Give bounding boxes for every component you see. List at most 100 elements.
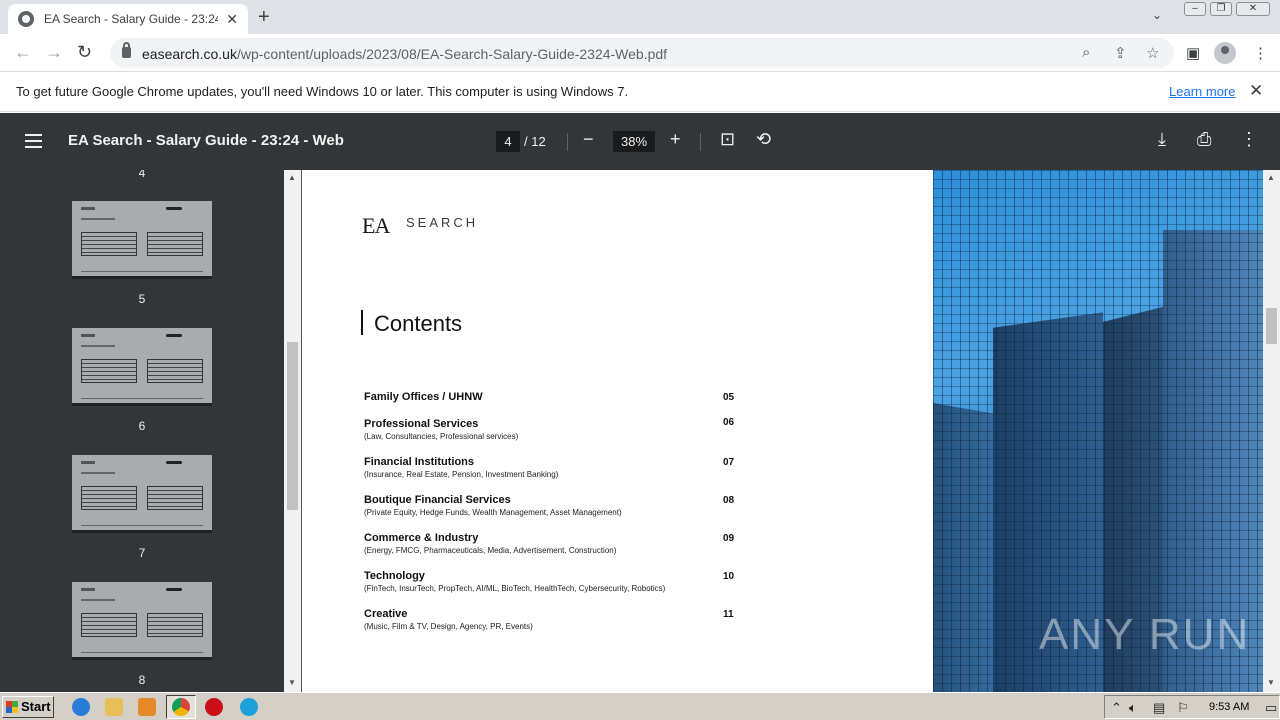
toc-label: Creative (364, 608, 408, 620)
file-explorer-icon[interactable] (105, 698, 123, 716)
profile-avatar[interactable] (1214, 42, 1236, 64)
volume-icon[interactable]: 🔈︎ (1129, 700, 1137, 716)
chrome-menu-icon[interactable]: ⋮ (1253, 44, 1268, 62)
chrome-icon (172, 698, 190, 716)
infobar-close-icon[interactable]: ✕ (1249, 81, 1263, 101)
media-player-icon[interactable] (138, 698, 156, 716)
divider (567, 133, 568, 151)
toc-item: Family Offices / UHNW (364, 391, 483, 403)
ea-logo: EA (362, 213, 390, 238)
thumbnail-page-number: 4 (138, 170, 146, 180)
toc-item: Commerce & Industry (Energy, FMCG, Pharm… (364, 532, 616, 555)
toc-subtitle: (Energy, FMCG, Pharmaceuticals, Media, A… (364, 546, 617, 555)
tab-strip: EA Search - Salary Guide - 23:24 - Web ✕… (0, 0, 1280, 34)
scroll-down-icon[interactable]: ▼ (1267, 678, 1275, 687)
divider (700, 133, 701, 151)
toc-item: Technology (FinTech, InsurTech, PropTech… (364, 570, 665, 593)
logo-wordmark: SEARCH (406, 215, 479, 230)
close-window-button[interactable]: ✕ (1236, 2, 1270, 16)
thumbnail-sidebar: 4 5 6 7 8 (0, 170, 284, 692)
download-icon[interactable]: ⤓ (1158, 129, 1166, 150)
toc-subtitle: (Law, Consultancies, Professional servic… (364, 432, 519, 441)
building-photo: ANY RUN (933, 170, 1263, 692)
thumbnail-page-5[interactable] (72, 201, 212, 279)
zoom-level-input[interactable]: 38% (613, 131, 655, 152)
minimize-button[interactable]: – (1184, 2, 1206, 16)
pdf-toolbar: EA Search - Salary Guide - 23:24 - Web 4… (0, 113, 1280, 170)
zoom-out-icon[interactable]: − (583, 129, 594, 150)
system-tray: ⌃ 🔈︎ ▤ ⚐ ▭ (1104, 695, 1280, 719)
edge-icon[interactable] (240, 698, 258, 716)
toc-subtitle: (Music, Film & TV, Design, Agency, PR, E… (364, 622, 533, 631)
toc-label: Family Offices / UHNW (364, 391, 483, 403)
toc-page-number: 07 (723, 457, 735, 468)
thumbnail-page-number: 8 (138, 673, 146, 687)
scrollbar-thumb[interactable] (1266, 308, 1277, 344)
toc-page-number: 08 (723, 495, 735, 506)
url-text: easearch.co.uk/wp-content/uploads/2023/0… (142, 46, 668, 62)
more-actions-icon[interactable]: ⋮ (1240, 129, 1258, 150)
thumbnail-page-8[interactable] (72, 582, 212, 660)
windows-taskbar: Start ⌃ 🔈︎ ▤ ⚐ ▭ 9:53 AM (0, 692, 1280, 720)
reload-icon[interactable]: ↻ (77, 42, 92, 63)
tab-close-icon[interactable]: ✕ (226, 11, 238, 28)
toc-page-number: 06 (723, 417, 735, 428)
rotate-icon[interactable]: ⟲ (756, 129, 771, 150)
chrome-taskbar-button[interactable] (166, 695, 196, 719)
zoom-in-icon[interactable]: + (670, 129, 681, 150)
lock-icon[interactable] (122, 42, 131, 58)
side-panel-icon[interactable]: ▣ (1186, 44, 1200, 62)
toc-label: Professional Services (364, 418, 479, 430)
scroll-up-icon[interactable]: ▲ (1267, 173, 1275, 182)
forward-arrow-icon[interactable]: → (45, 42, 63, 63)
show-hidden-icons-icon[interactable]: ⌃ (1111, 700, 1122, 716)
toc-subtitle: (Private Equity, Hedge Funds, Wealth Man… (364, 508, 622, 517)
action-center-flag-icon[interactable]: ⚐ (1177, 700, 1189, 716)
new-tab-icon[interactable]: + (258, 6, 270, 29)
opera-icon[interactable] (205, 698, 223, 716)
thumbnail-page-6[interactable] (72, 328, 212, 406)
internet-explorer-icon[interactable] (72, 698, 90, 716)
page-number-input[interactable]: 4 (496, 131, 520, 152)
start-label: Start (21, 699, 51, 714)
bookmark-star-icon[interactable]: ☆ (1146, 44, 1159, 62)
browser-tab[interactable]: EA Search - Salary Guide - 23:24 - Web ✕ (8, 4, 248, 34)
address-bar[interactable]: easearch.co.uk/wp-content/uploads/2023/0… (110, 38, 1174, 68)
update-infobar: To get future Google Chrome updates, you… (0, 72, 1280, 112)
scrollbar-thumb[interactable] (287, 342, 298, 510)
thumbnail-scrollbar[interactable]: ▲ ▼ (284, 170, 301, 692)
fit-page-icon[interactable]: ⊡ (720, 129, 735, 150)
globe-icon (18, 11, 34, 27)
zoom-magnifier-icon[interactable]: ⌕ (1082, 44, 1090, 61)
hamburger-menu-icon[interactable] (25, 134, 42, 148)
back-arrow-icon[interactable]: ← (14, 42, 32, 63)
page-scrollbar[interactable]: ▲ ▼ (1263, 170, 1280, 692)
contents-heading: Contents (374, 311, 463, 336)
browser-toolbar: ← → ↻ easearch.co.uk/wp-content/uploads/… (0, 34, 1280, 72)
toc-label: Boutique Financial Services (364, 494, 511, 506)
taskbar-clock[interactable]: 9:53 AM (1209, 701, 1249, 713)
toc-subtitle: (Insurance, Real Estate, Pension, Invest… (364, 470, 559, 479)
show-desktop-icon[interactable]: ▭ (1265, 700, 1277, 716)
thumbnail-page-7[interactable] (72, 455, 212, 533)
tab-search-chevron-icon[interactable]: ⌄ (1152, 8, 1162, 22)
restore-button[interactable]: ❐ (1210, 2, 1232, 16)
start-button[interactable]: Start (2, 696, 54, 718)
page-total: / 12 (524, 134, 546, 149)
network-icon[interactable]: ▤ (1153, 700, 1165, 716)
toc-page-number: 10 (723, 571, 735, 582)
toc-page-number: 05 (723, 392, 735, 403)
scroll-up-icon[interactable]: ▲ (288, 173, 296, 182)
scroll-down-icon[interactable]: ▼ (288, 678, 296, 687)
toc-page-number: 09 (723, 533, 735, 544)
learn-more-link[interactable]: Learn more (1169, 84, 1235, 99)
share-icon[interactable]: ⇪ (1114, 44, 1127, 62)
pdf-viewer: 4 5 6 7 8 ▲ ▼ EA SEARCH Contents Family … (0, 170, 1280, 692)
toc-subtitle: (FinTech, InsurTech, PropTech, AI/ML, Bi… (364, 584, 666, 593)
toc-page-number: 11 (723, 609, 734, 620)
thumbnail-page-number: 7 (138, 546, 146, 560)
toc-label: Technology (364, 570, 425, 582)
infobar-message: To get future Google Chrome updates, you… (16, 84, 629, 99)
toc-label: Financial Institutions (364, 456, 475, 468)
print-icon[interactable]: ⎙ (1197, 129, 1211, 150)
